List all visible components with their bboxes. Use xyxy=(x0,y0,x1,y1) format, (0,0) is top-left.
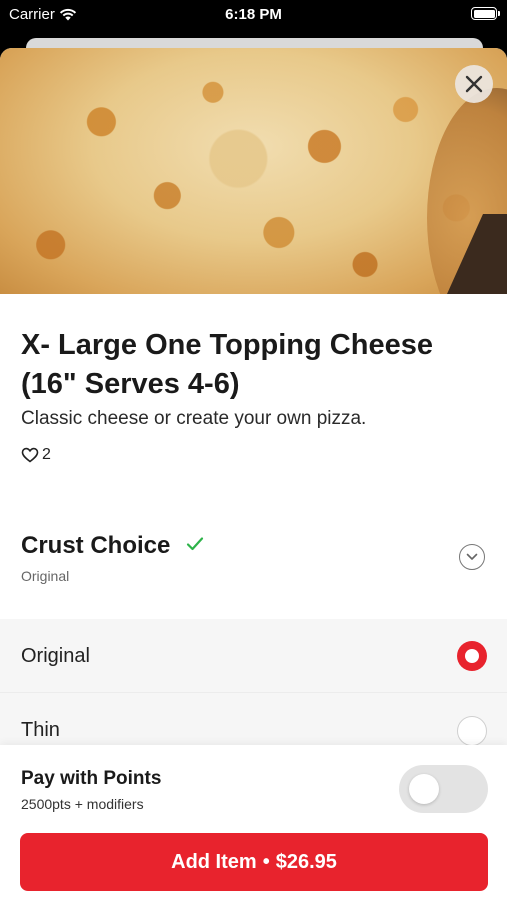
check-icon xyxy=(186,537,204,551)
close-icon xyxy=(465,75,483,93)
item-title: X- Large One Topping Cheese (16" Serves … xyxy=(21,329,433,400)
status-bar: Carrier 6:18 PM xyxy=(0,0,507,30)
crust-option-original[interactable]: Original xyxy=(0,619,507,693)
pay-with-points-title: Pay with Points xyxy=(21,768,162,789)
crust-choice-header[interactable]: Crust Choice Original xyxy=(0,518,507,618)
pizza-image xyxy=(0,48,507,294)
item-detail-sheet: X- Large One Topping Cheese (16" Serves … xyxy=(0,48,507,900)
heart-icon xyxy=(21,447,39,463)
item-price: $26.95 xyxy=(275,850,337,873)
crust-options-list: Original Thin xyxy=(0,619,507,749)
clock: 6:18 PM xyxy=(225,6,282,23)
like-button[interactable]: 2 xyxy=(21,446,51,464)
price-separator: • xyxy=(262,850,270,873)
radio-selected[interactable] xyxy=(457,641,487,671)
crust-selected-value: Original xyxy=(21,568,70,584)
battery-icon xyxy=(471,7,500,20)
points-cost: 2500pts + modifiers xyxy=(21,796,144,812)
crust-option-label: Thin xyxy=(21,719,60,741)
radio-unselected[interactable] xyxy=(457,716,487,746)
pay-with-points-toggle[interactable] xyxy=(399,765,488,813)
add-item-label: Add Item xyxy=(171,850,257,873)
like-count: 2 xyxy=(42,446,51,463)
close-button[interactable] xyxy=(455,65,493,103)
footer-bar: Pay with Points 2500pts + modifiers Add … xyxy=(0,745,507,900)
crust-collapse-button[interactable] xyxy=(459,544,485,570)
item-description: Classic cheese or create your own pizza. xyxy=(21,408,367,429)
crust-option-label: Original xyxy=(21,645,90,667)
crust-choice-title: Crust Choice xyxy=(21,532,171,559)
add-item-button[interactable]: Add Item • $26.95 xyxy=(20,833,488,891)
chevron-down-icon xyxy=(466,553,478,560)
toggle-knob xyxy=(409,774,439,804)
